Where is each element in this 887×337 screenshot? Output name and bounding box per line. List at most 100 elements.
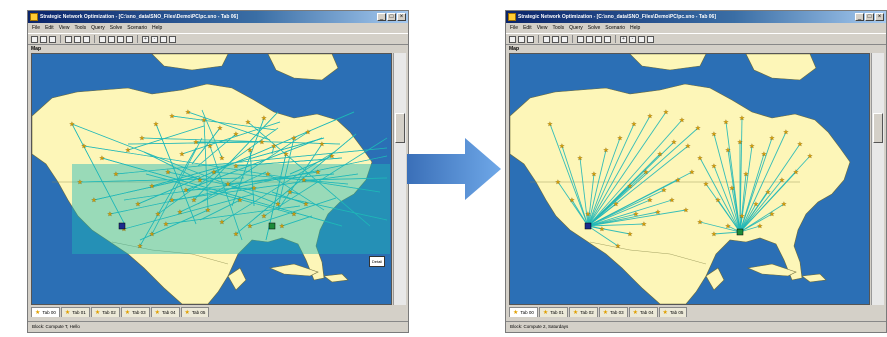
menu-solve[interactable]: Solve — [588, 24, 601, 33]
save-icon[interactable] — [527, 35, 534, 43]
star-site-icon[interactable]: ★ — [261, 213, 267, 220]
star-site-icon[interactable]: ★ — [245, 119, 251, 126]
star-site-icon[interactable]: ★ — [603, 147, 609, 154]
map-canvas[interactable]: ★ ★ ★ ★ ★ ★ ★ ★ ★ ★ ★ ★ ★ ★ ★ ★ ★ ★ ★ ★ ★ ★ ★ ★ ★ ★ ★ ★ ★ ★ ★ ★ ★ ★ ★ ★ ★ ★ ★ ★… — [32, 54, 391, 304]
menu-scenario[interactable]: Scenario — [605, 24, 625, 33]
star-site-icon[interactable]: ★ — [585, 211, 591, 218]
menu-scenario[interactable]: Scenario — [127, 24, 147, 33]
star-site-icon[interactable]: ★ — [559, 143, 565, 150]
star-site-icon[interactable]: ★ — [643, 169, 649, 176]
star-site-icon[interactable]: ★ — [125, 147, 131, 154]
star-site-icon[interactable]: ★ — [197, 177, 203, 184]
star-site-icon[interactable]: ★ — [165, 169, 171, 176]
star-site-icon[interactable]: ★ — [555, 179, 561, 186]
star-site-icon[interactable]: ★ — [233, 131, 239, 138]
star-site-icon[interactable]: ★ — [569, 197, 575, 204]
star-site-icon[interactable]: ★ — [193, 139, 199, 146]
zoom-fit-icon[interactable] — [638, 35, 645, 43]
star-site-icon[interactable]: ★ — [225, 181, 231, 188]
star-site-icon[interactable]: ★ — [91, 197, 97, 204]
star-site-icon[interactable]: ★ — [765, 189, 771, 196]
hub-node[interactable] — [118, 222, 126, 230]
star-site-icon[interactable]: ★ — [155, 211, 161, 218]
star-site-icon[interactable]: ★ — [739, 115, 745, 122]
star-site-icon[interactable]: ★ — [169, 113, 175, 120]
star-site-icon[interactable]: ★ — [279, 223, 285, 230]
print-icon[interactable] — [65, 35, 72, 43]
star-site-icon[interactable]: ★ — [259, 139, 265, 146]
star-site-icon[interactable]: ★ — [291, 135, 297, 142]
star-site-icon[interactable]: ★ — [261, 115, 267, 122]
zoom-out-icon[interactable]: - — [629, 35, 636, 43]
star-site-icon[interactable]: ★ — [163, 221, 169, 228]
paste-icon[interactable] — [83, 35, 90, 43]
star-site-icon[interactable]: ★ — [251, 185, 257, 192]
star-site-icon[interactable]: ★ — [319, 141, 325, 148]
star-site-icon[interactable]: ★ — [679, 117, 685, 124]
star-site-icon[interactable]: ★ — [675, 177, 681, 184]
star-site-icon[interactable]: ★ — [613, 201, 619, 208]
star-site-icon[interactable]: ★ — [615, 243, 621, 250]
close-icon[interactable]: × — [397, 13, 406, 21]
star-site-icon[interactable]: ★ — [711, 231, 717, 238]
star-site-icon[interactable]: ★ — [617, 135, 623, 142]
close-icon[interactable]: × — [875, 13, 884, 21]
tab-01[interactable]: ★ Tab 01 — [60, 307, 90, 317]
menu-edit[interactable]: Edit — [523, 24, 532, 33]
star-site-icon[interactable]: ★ — [749, 143, 755, 150]
star-site-icon[interactable]: ★ — [703, 181, 709, 188]
chart-icon[interactable] — [604, 35, 611, 43]
minimize-icon[interactable]: _ — [855, 13, 864, 21]
tab-00[interactable]: ★ Tab 00 — [31, 307, 60, 317]
star-site-icon[interactable]: ★ — [729, 185, 735, 192]
star-site-icon[interactable]: ★ — [663, 109, 669, 116]
star-site-icon[interactable]: ★ — [305, 129, 311, 136]
star-site-icon[interactable]: ★ — [781, 201, 787, 208]
title-bar[interactable]: Strategic Network Optimization - [C:\sno… — [506, 11, 886, 23]
star-site-icon[interactable]: ★ — [711, 131, 717, 138]
detail-popup[interactable]: Detail — [369, 256, 385, 267]
star-site-icon[interactable]: ★ — [169, 197, 175, 204]
star-site-icon[interactable]: ★ — [99, 155, 105, 162]
menu-view[interactable]: View — [59, 24, 70, 33]
copy-icon[interactable] — [552, 35, 559, 43]
star-site-icon[interactable]: ★ — [655, 209, 661, 216]
star-site-icon[interactable]: ★ — [631, 121, 637, 128]
star-site-icon[interactable]: ★ — [723, 119, 729, 126]
star-site-icon[interactable]: ★ — [315, 169, 321, 176]
save-icon[interactable] — [49, 35, 56, 43]
title-bar[interactable]: Strategic Network Optimization - [C:\sno… — [28, 11, 408, 23]
star-site-icon[interactable]: ★ — [695, 125, 701, 132]
menu-tools[interactable]: Tools — [74, 24, 86, 33]
star-site-icon[interactable]: ★ — [149, 183, 155, 190]
scroll-thumb[interactable] — [873, 113, 883, 143]
chart-icon[interactable] — [126, 35, 133, 43]
star-site-icon[interactable]: ★ — [247, 147, 253, 154]
star-site-icon[interactable]: ★ — [271, 143, 277, 150]
print-icon[interactable] — [543, 35, 550, 43]
star-site-icon[interactable]: ★ — [303, 201, 309, 208]
star-site-icon[interactable]: ★ — [769, 211, 775, 218]
zoom-region-icon[interactable] — [169, 35, 176, 43]
star-site-icon[interactable]: ★ — [683, 207, 689, 214]
star-site-icon[interactable]: ★ — [217, 125, 223, 132]
vertical-scrollbar[interactable] — [871, 53, 884, 305]
hub-node[interactable] — [584, 222, 592, 230]
star-site-icon[interactable]: ★ — [137, 243, 143, 250]
star-site-icon[interactable]: ★ — [715, 197, 721, 204]
star-site-icon[interactable]: ★ — [219, 219, 225, 226]
menu-help[interactable]: Help — [152, 24, 162, 33]
star-site-icon[interactable]: ★ — [647, 113, 653, 120]
star-site-icon[interactable]: ★ — [207, 143, 213, 150]
menu-file[interactable]: File — [32, 24, 40, 33]
star-site-icon[interactable]: ★ — [547, 121, 553, 128]
tab-02[interactable]: ★ Tab 02 — [90, 307, 120, 317]
star-site-icon[interactable]: ★ — [237, 197, 243, 204]
open-folder-icon[interactable] — [40, 35, 47, 43]
zoom-in-icon[interactable]: + — [142, 35, 149, 43]
star-site-icon[interactable]: ★ — [743, 171, 749, 178]
star-site-icon[interactable]: ★ — [739, 213, 745, 220]
tab-00[interactable]: ★ Tab 00 — [509, 307, 538, 317]
star-site-icon[interactable]: ★ — [647, 197, 653, 204]
arrow-icon[interactable] — [99, 35, 106, 43]
